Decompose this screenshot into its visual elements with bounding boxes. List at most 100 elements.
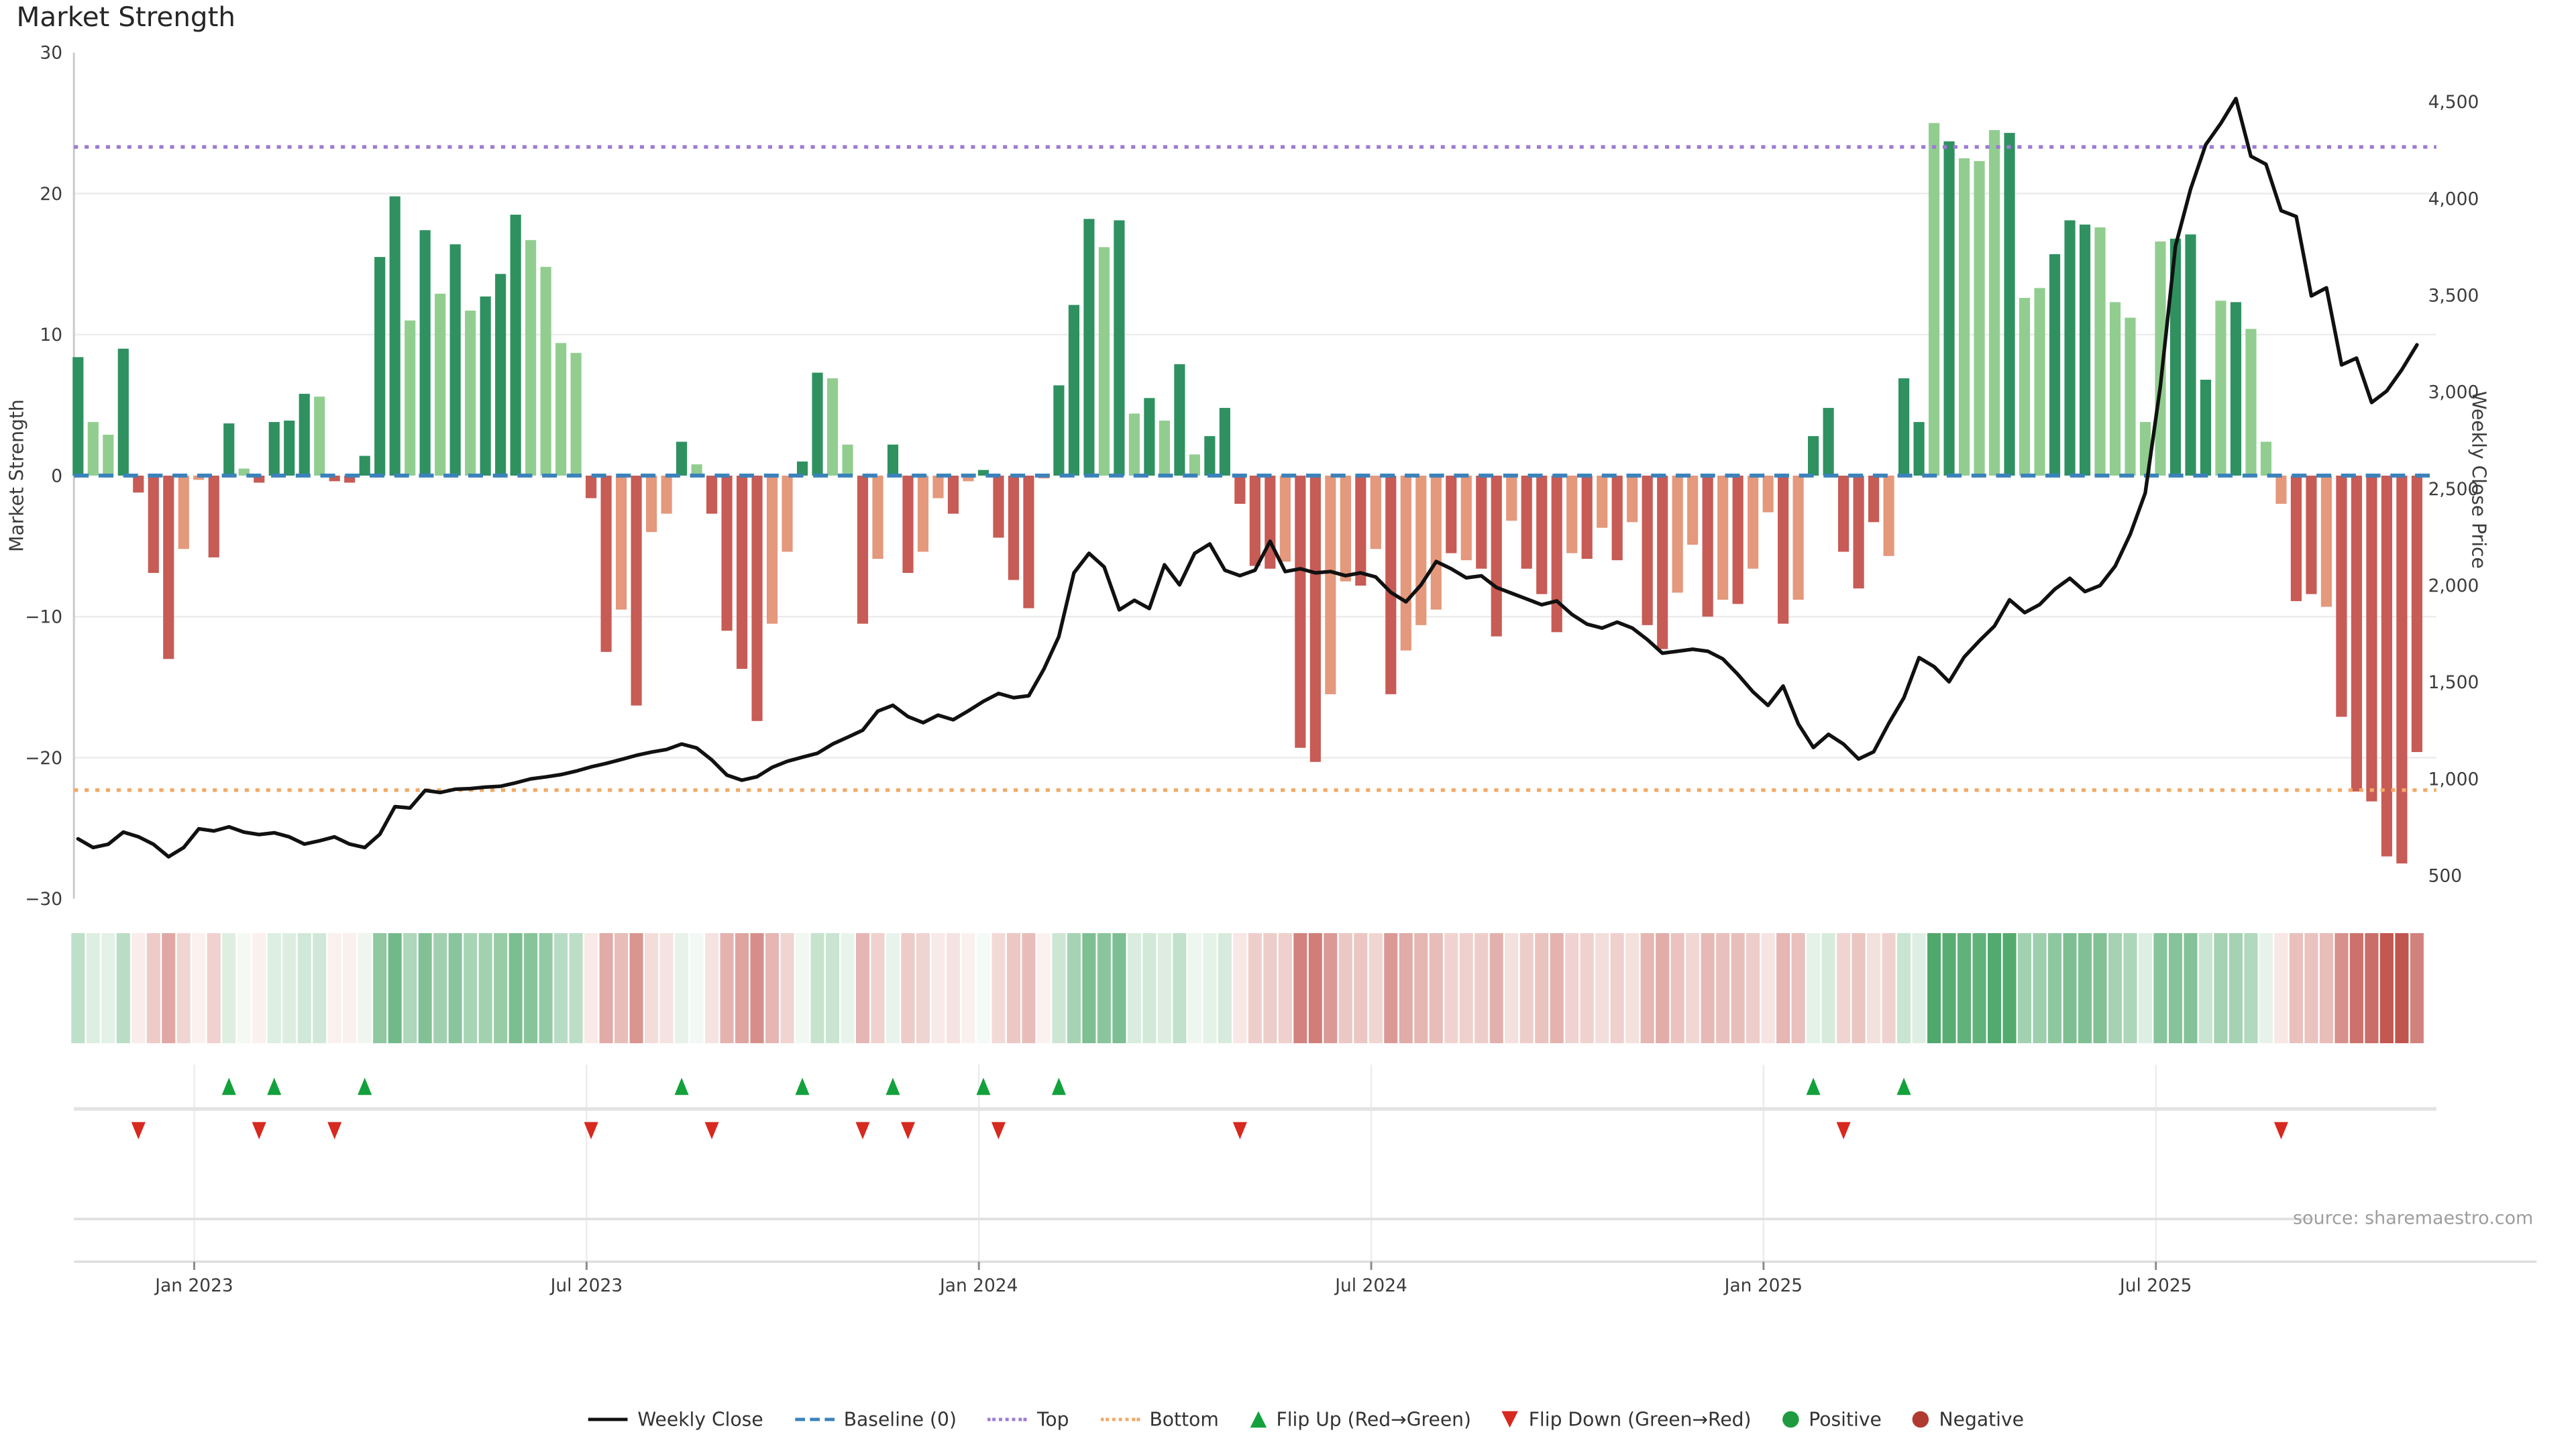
strength-bar — [2019, 298, 2030, 476]
strength-bar — [676, 442, 687, 476]
heatmap-cell — [856, 933, 869, 1043]
right-tick-label: 1,000 — [2428, 769, 2479, 790]
heatmap-cell — [871, 933, 884, 1043]
strength-bar — [932, 476, 943, 498]
heatmap-cell — [1052, 933, 1065, 1043]
strength-bar — [1838, 476, 1849, 552]
heatmap-cell — [765, 933, 779, 1043]
heatmap-cell — [2229, 933, 2243, 1043]
heatmap-cell — [1822, 933, 1835, 1043]
heatmap-cell — [268, 933, 281, 1043]
left-tick-label: 30 — [40, 43, 62, 64]
flip-up-marker — [1807, 1078, 1821, 1095]
heatmap-cell — [1550, 933, 1564, 1043]
strength-bar — [2110, 302, 2121, 476]
strength-bar — [495, 274, 506, 476]
heatmap-cell — [479, 933, 492, 1043]
legend-item-top: Top — [987, 1408, 1069, 1431]
strength-bar — [1974, 161, 1984, 476]
strength-bar — [782, 476, 792, 552]
heatmap-cell — [1279, 933, 1292, 1043]
strength-bar — [1023, 476, 1034, 608]
strength-bar — [872, 476, 883, 559]
legend-label: Baseline (0) — [844, 1408, 957, 1431]
heatmap-cell — [343, 933, 356, 1043]
strength-bar — [1552, 476, 1562, 632]
heatmap-cell — [2184, 933, 2197, 1043]
heatmap-cell — [1248, 933, 1262, 1043]
strength-bar — [1808, 436, 1819, 476]
heatmap-cell — [1037, 933, 1051, 1043]
strength-bar — [1703, 476, 1713, 616]
strength-bar — [2094, 227, 2105, 476]
heatmap-cell — [1233, 933, 1246, 1043]
strength-bar — [465, 311, 476, 476]
legend-label: Negative — [1939, 1408, 2024, 1431]
strength-bar — [1929, 123, 1939, 476]
x-tick-label: Jan 2024 — [938, 1275, 1018, 1296]
heatmap-cell — [751, 933, 764, 1043]
heatmap-cell — [282, 933, 296, 1043]
heatmap-cell — [1293, 933, 1307, 1043]
strength-bar — [299, 394, 310, 476]
heatmap-cell — [1852, 933, 1866, 1043]
baseline-dash-icon — [794, 1417, 834, 1421]
strength-bar — [2306, 476, 2316, 594]
x-tick-label: Jan 2023 — [154, 1275, 233, 1296]
heatmap-cell — [1701, 933, 1715, 1043]
strength-bar — [88, 422, 99, 476]
strength-bar — [918, 476, 928, 552]
heatmap-cell — [147, 933, 160, 1043]
negative-dot-icon — [1913, 1411, 1929, 1428]
heatmap-cell — [1776, 933, 1790, 1043]
strength-bar — [118, 349, 129, 476]
strength-bar — [435, 294, 445, 476]
heatmap-cell — [1414, 933, 1428, 1043]
strength-bar — [269, 422, 280, 476]
strength-bar — [2125, 318, 2135, 476]
flip-up-marker — [1052, 1078, 1066, 1095]
strength-bar — [797, 462, 808, 476]
heatmap-cell — [2244, 933, 2257, 1043]
flip-down-marker — [901, 1122, 915, 1140]
heatmap-cell — [1565, 933, 1578, 1043]
heatmap-cell — [1913, 933, 1926, 1043]
flip-down-marker — [855, 1122, 869, 1140]
heatmap-cell — [705, 933, 718, 1043]
strength-bar — [857, 476, 868, 624]
heatmap-cell — [2063, 933, 2076, 1043]
flip-down-triangle-icon — [1503, 1411, 1519, 1428]
heatmap-cell — [1188, 933, 1201, 1043]
strength-bar — [2291, 476, 2302, 601]
heatmap-cell — [1203, 933, 1216, 1043]
chart-canvas: Jan 2023Jul 2023Jan 2024Jul 2024Jan 2025… — [0, 0, 2576, 1449]
strength-bar — [1627, 476, 1638, 522]
strength-bar — [842, 445, 853, 476]
right-tick-label: 1,500 — [2428, 672, 2479, 693]
strength-bar — [2215, 301, 2226, 476]
heatmap-cell — [1399, 933, 1413, 1043]
flip-down-marker — [252, 1122, 266, 1140]
heatmap-cell — [1957, 933, 1971, 1043]
legend-label: Flip Down (Green→Red) — [1529, 1408, 1752, 1431]
heatmap-cell — [554, 933, 568, 1043]
strength-bar — [1491, 476, 1502, 637]
flip-down-marker — [131, 1122, 146, 1140]
legend-label: Positive — [1809, 1408, 1882, 1431]
heatmap-cell — [931, 933, 945, 1043]
source-credit: source: sharemaestro.com — [2293, 1208, 2533, 1229]
flip-up-marker — [358, 1078, 372, 1095]
strength-bar — [1748, 476, 1758, 569]
flip-up-marker — [1897, 1078, 1911, 1095]
strength-bar — [178, 476, 189, 549]
strength-bar — [616, 476, 627, 610]
heatmap-cell — [1520, 933, 1534, 1043]
heatmap-cell — [1218, 933, 1232, 1043]
strength-bar — [1053, 385, 1064, 476]
heatmap-cell — [826, 933, 839, 1043]
heatmap-cell — [1128, 933, 1141, 1043]
legend-label: Bottom — [1149, 1408, 1218, 1431]
strength-bar — [2321, 476, 2332, 607]
strength-bar — [1415, 476, 1426, 625]
strength-bar — [525, 240, 536, 476]
